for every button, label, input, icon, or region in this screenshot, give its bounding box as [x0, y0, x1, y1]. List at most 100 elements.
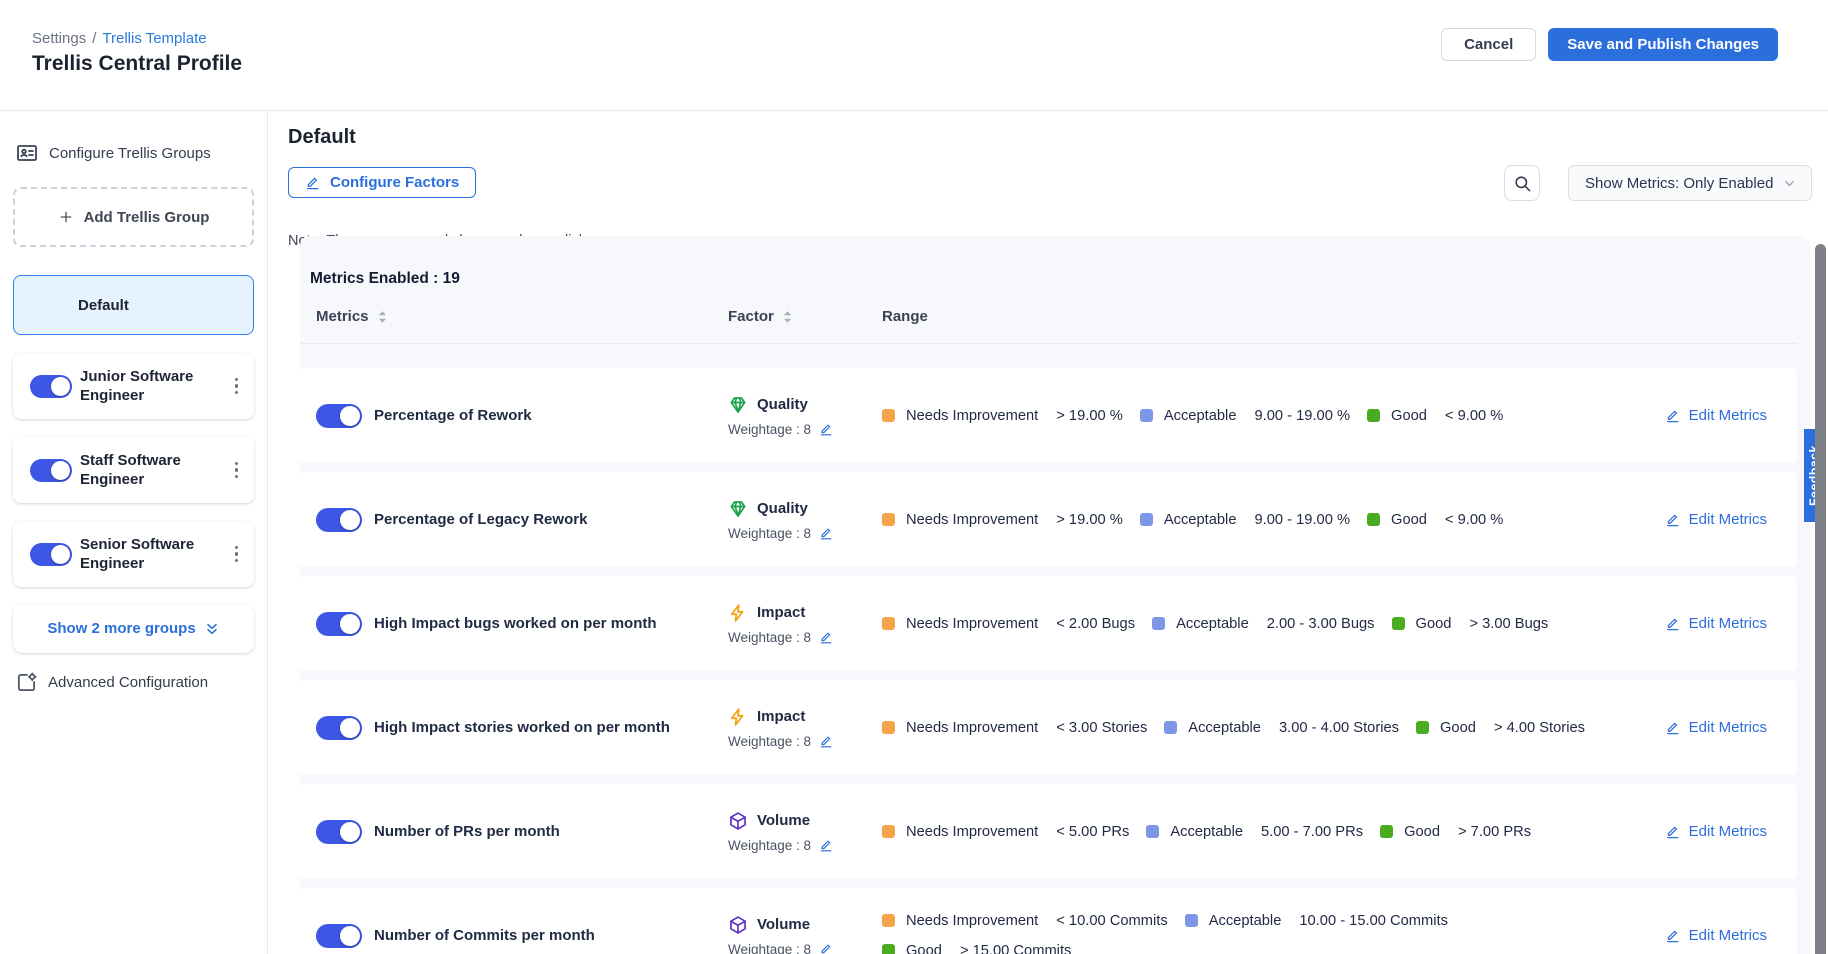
advanced-configuration-item[interactable]: Advanced Configuration — [15, 671, 254, 694]
breadcrumb-trellis-template[interactable]: Trellis Template — [102, 30, 206, 47]
pencil-icon — [1665, 720, 1681, 736]
weightage-label: Weightage : 8 — [728, 630, 811, 645]
range-group: Good > 15.00 Commits — [882, 943, 1071, 954]
range-color-chip — [882, 825, 895, 838]
search-button[interactable] — [1504, 165, 1540, 201]
kebab-menu-icon[interactable] — [229, 540, 245, 569]
box-gear-icon — [15, 671, 38, 694]
range-label: Needs Improvement — [906, 824, 1038, 840]
edit-metrics-link[interactable]: Edit Metrics — [1665, 511, 1767, 528]
edit-weightage-pencil-icon[interactable] — [819, 526, 834, 541]
factor-name-label: Impact — [757, 604, 805, 621]
sidebar-item-default-group[interactable]: Default — [13, 275, 254, 335]
kebab-menu-icon[interactable] — [229, 456, 245, 485]
quality-gem-icon — [728, 395, 748, 415]
edit-metrics-link[interactable]: Edit Metrics — [1665, 927, 1767, 944]
show-more-groups-button[interactable]: Show 2 more groups — [13, 604, 254, 653]
weightage-label: Weightage : 8 — [728, 942, 811, 954]
range-group: Good > 7.00 PRs — [1380, 824, 1531, 840]
breadcrumb: Settings / Trellis Template — [32, 30, 207, 47]
metric-enabled-toggle[interactable] — [316, 716, 362, 740]
range-group: Needs Improvement < 2.00 Bugs — [882, 616, 1135, 632]
edit-metrics-link[interactable]: Edit Metrics — [1665, 823, 1767, 840]
configure-trellis-groups-label: Configure Trellis Groups — [49, 145, 211, 162]
metric-enabled-toggle[interactable] — [316, 820, 362, 844]
range-group: Acceptable 5.00 - 7.00 PRs — [1146, 824, 1363, 840]
range-color-chip — [882, 617, 895, 630]
range-label: Acceptable — [1176, 616, 1249, 632]
metric-table-row: High Impact stories worked on per month — [300, 680, 1797, 775]
factor-cell: Volume Weightage : 8 — [720, 915, 870, 954]
range-color-chip — [882, 721, 895, 734]
group-enabled-toggle[interactable] — [30, 543, 72, 566]
edit-weightage-pencil-icon[interactable] — [819, 942, 834, 954]
metrics-table-panel: Metrics Enabled : 19 Metrics Factor Rang… — [300, 236, 1810, 954]
edit-metrics-label: Edit Metrics — [1689, 615, 1767, 632]
range-value: 2.00 - 3.00 Bugs — [1267, 616, 1375, 632]
range-label: Good — [906, 943, 942, 954]
range-group: Acceptable 9.00 - 19.00 % — [1140, 408, 1350, 424]
volume-cube-icon — [728, 915, 748, 935]
range-value: > 15.00 Commits — [960, 943, 1071, 954]
edit-metrics-link[interactable]: Edit Metrics — [1665, 615, 1767, 632]
range-group: Good < 9.00 % — [1367, 408, 1503, 424]
metrics-enabled-count: Metrics Enabled : 19 — [310, 270, 1810, 288]
range-color-chip — [882, 944, 895, 954]
sort-arrows-icon — [377, 309, 388, 325]
range-value: > 7.00 PRs — [1458, 824, 1531, 840]
breadcrumb-settings[interactable]: Settings — [32, 30, 86, 47]
metric-name-label: Percentage of Rework — [364, 407, 720, 424]
vertical-scrollbar-thumb[interactable] — [1815, 244, 1826, 954]
metric-name-label: High Impact stories worked on per month — [364, 719, 720, 736]
range-group: Acceptable 2.00 - 3.00 Bugs — [1152, 616, 1374, 632]
sidebar-trellis-group-card[interactable]: Senior Software Engineer — [13, 521, 254, 587]
edit-metrics-label: Edit Metrics — [1689, 719, 1767, 736]
configure-factors-button[interactable]: Configure Factors — [288, 167, 476, 198]
range-value: < 10.00 Commits — [1056, 913, 1167, 929]
range-color-chip — [1140, 409, 1153, 422]
metric-enabled-toggle[interactable] — [316, 404, 362, 428]
pencil-icon — [1665, 512, 1681, 528]
group-name-label: Junior Software Engineer — [80, 367, 221, 405]
default-group-label: Default — [78, 297, 129, 314]
show-metrics-filter-dropdown[interactable]: Show Metrics: Only Enabled — [1568, 165, 1812, 201]
sidebar: Configure Trellis Groups Add Trellis Gro… — [0, 111, 268, 954]
group-name-label: Staff Software Engineer — [80, 451, 221, 489]
edit-metrics-link[interactable]: Edit Metrics — [1665, 407, 1767, 424]
metric-enabled-toggle[interactable] — [316, 924, 362, 948]
edit-metrics-cell: Edit Metrics — [1665, 719, 1767, 736]
range-group: Acceptable 10.00 - 15.00 Commits — [1185, 913, 1448, 929]
configure-trellis-groups-header: Configure Trellis Groups — [15, 141, 254, 165]
edit-metrics-label: Edit Metrics — [1689, 407, 1767, 424]
range-color-chip — [1140, 513, 1153, 526]
sidebar-trellis-group-card[interactable]: Staff Software Engineer — [13, 437, 254, 503]
range-group: Needs Improvement < 3.00 Stories — [882, 720, 1147, 736]
cancel-button[interactable]: Cancel — [1441, 28, 1536, 61]
chevron-down-icon — [1782, 176, 1797, 191]
column-header-metrics-label: Metrics — [316, 308, 369, 325]
pencil-icon — [1665, 616, 1681, 632]
edit-metrics-link[interactable]: Edit Metrics — [1665, 719, 1767, 736]
range-value: > 19.00 % — [1056, 408, 1123, 424]
metric-enabled-toggle[interactable] — [316, 508, 362, 532]
edit-weightage-pencil-icon[interactable] — [819, 422, 834, 437]
group-enabled-toggle[interactable] — [30, 459, 72, 482]
page-title: Trellis Central Profile — [32, 52, 242, 76]
range-label: Needs Improvement — [906, 720, 1038, 736]
range-value: > 4.00 Stories — [1494, 720, 1585, 736]
sidebar-trellis-group-card[interactable]: Junior Software Engineer — [13, 353, 254, 419]
weightage-label: Weightage : 8 — [728, 838, 811, 853]
range-label: Good — [1416, 616, 1452, 632]
kebab-menu-icon[interactable] — [229, 372, 245, 401]
save-and-publish-button[interactable]: Save and Publish Changes — [1548, 28, 1778, 61]
edit-weightage-pencil-icon[interactable] — [819, 630, 834, 645]
column-header-metrics[interactable]: Metrics — [316, 308, 720, 325]
metric-enabled-toggle[interactable] — [316, 612, 362, 636]
edit-weightage-pencil-icon[interactable] — [819, 838, 834, 853]
metric-name-label: Percentage of Legacy Rework — [364, 511, 720, 528]
double-chevron-down-icon — [204, 621, 220, 637]
column-header-factor[interactable]: Factor — [720, 308, 870, 325]
edit-weightage-pencil-icon[interactable] — [819, 734, 834, 749]
group-enabled-toggle[interactable] — [30, 375, 72, 398]
add-trellis-group-button[interactable]: Add Trellis Group — [13, 187, 254, 247]
